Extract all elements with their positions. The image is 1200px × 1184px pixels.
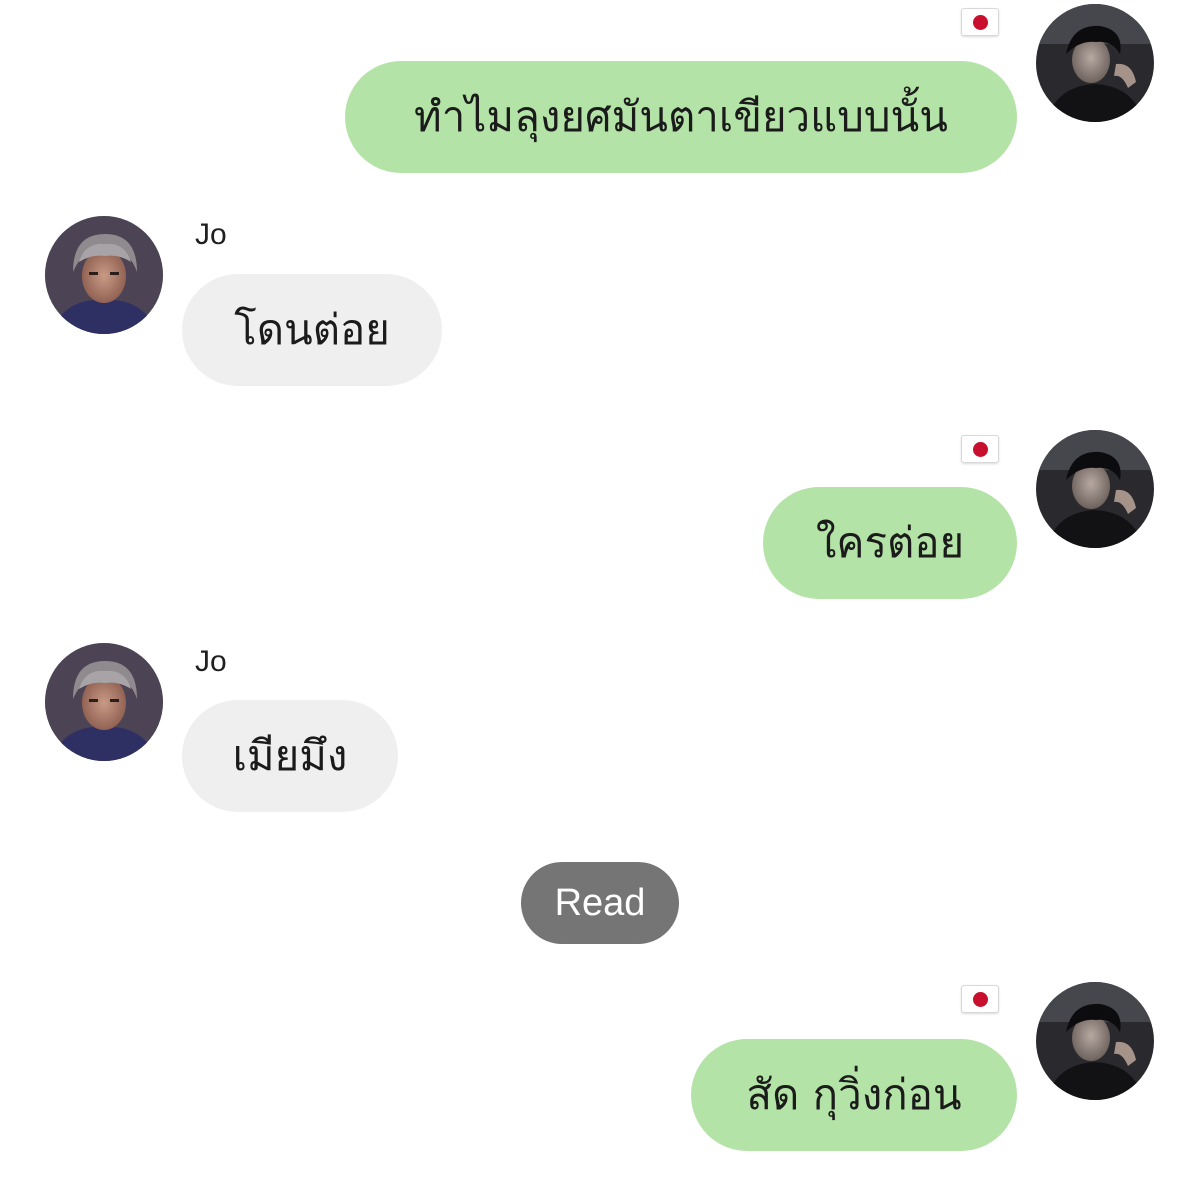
outgoing-message-bubble[interactable]: ทำไมลุงยศมันตาเขียวแบบนั้น bbox=[345, 61, 1017, 173]
avatar-image bbox=[45, 643, 163, 761]
avatar-image bbox=[1036, 4, 1154, 122]
message-text: เมียมึง bbox=[232, 731, 348, 780]
incoming-message-bubble[interactable]: โดนต่อย bbox=[182, 274, 442, 386]
contact-avatar[interactable] bbox=[45, 643, 163, 761]
avatar-image bbox=[1036, 982, 1154, 1100]
message-text: ใครต่อย bbox=[815, 518, 965, 567]
sender-avatar[interactable] bbox=[1036, 430, 1154, 548]
sender-avatar[interactable] bbox=[1036, 4, 1154, 122]
japan-flag-icon bbox=[961, 985, 999, 1013]
avatar-image bbox=[45, 216, 163, 334]
sender-name: Jo bbox=[195, 645, 227, 678]
contact-avatar[interactable] bbox=[45, 216, 163, 334]
japan-flag-icon bbox=[961, 8, 999, 36]
sender-avatar[interactable] bbox=[1036, 982, 1154, 1100]
message-text: โดนต่อย bbox=[234, 305, 390, 354]
outgoing-message-bubble[interactable]: ใครต่อย bbox=[763, 487, 1017, 599]
incoming-message-bubble[interactable]: เมียมึง bbox=[182, 700, 398, 812]
sender-name: Jo bbox=[195, 218, 227, 251]
message-text: ทำไมลุงยศมันตาเขียวแบบนั้น bbox=[414, 92, 948, 141]
japan-flag-icon bbox=[961, 435, 999, 463]
outgoing-message-bubble[interactable]: สัด กุวิ่งก่อน bbox=[691, 1039, 1017, 1151]
message-text: สัด กุวิ่งก่อน bbox=[746, 1070, 962, 1119]
read-receipt-badge: Read bbox=[521, 862, 679, 944]
avatar-image bbox=[1036, 430, 1154, 548]
